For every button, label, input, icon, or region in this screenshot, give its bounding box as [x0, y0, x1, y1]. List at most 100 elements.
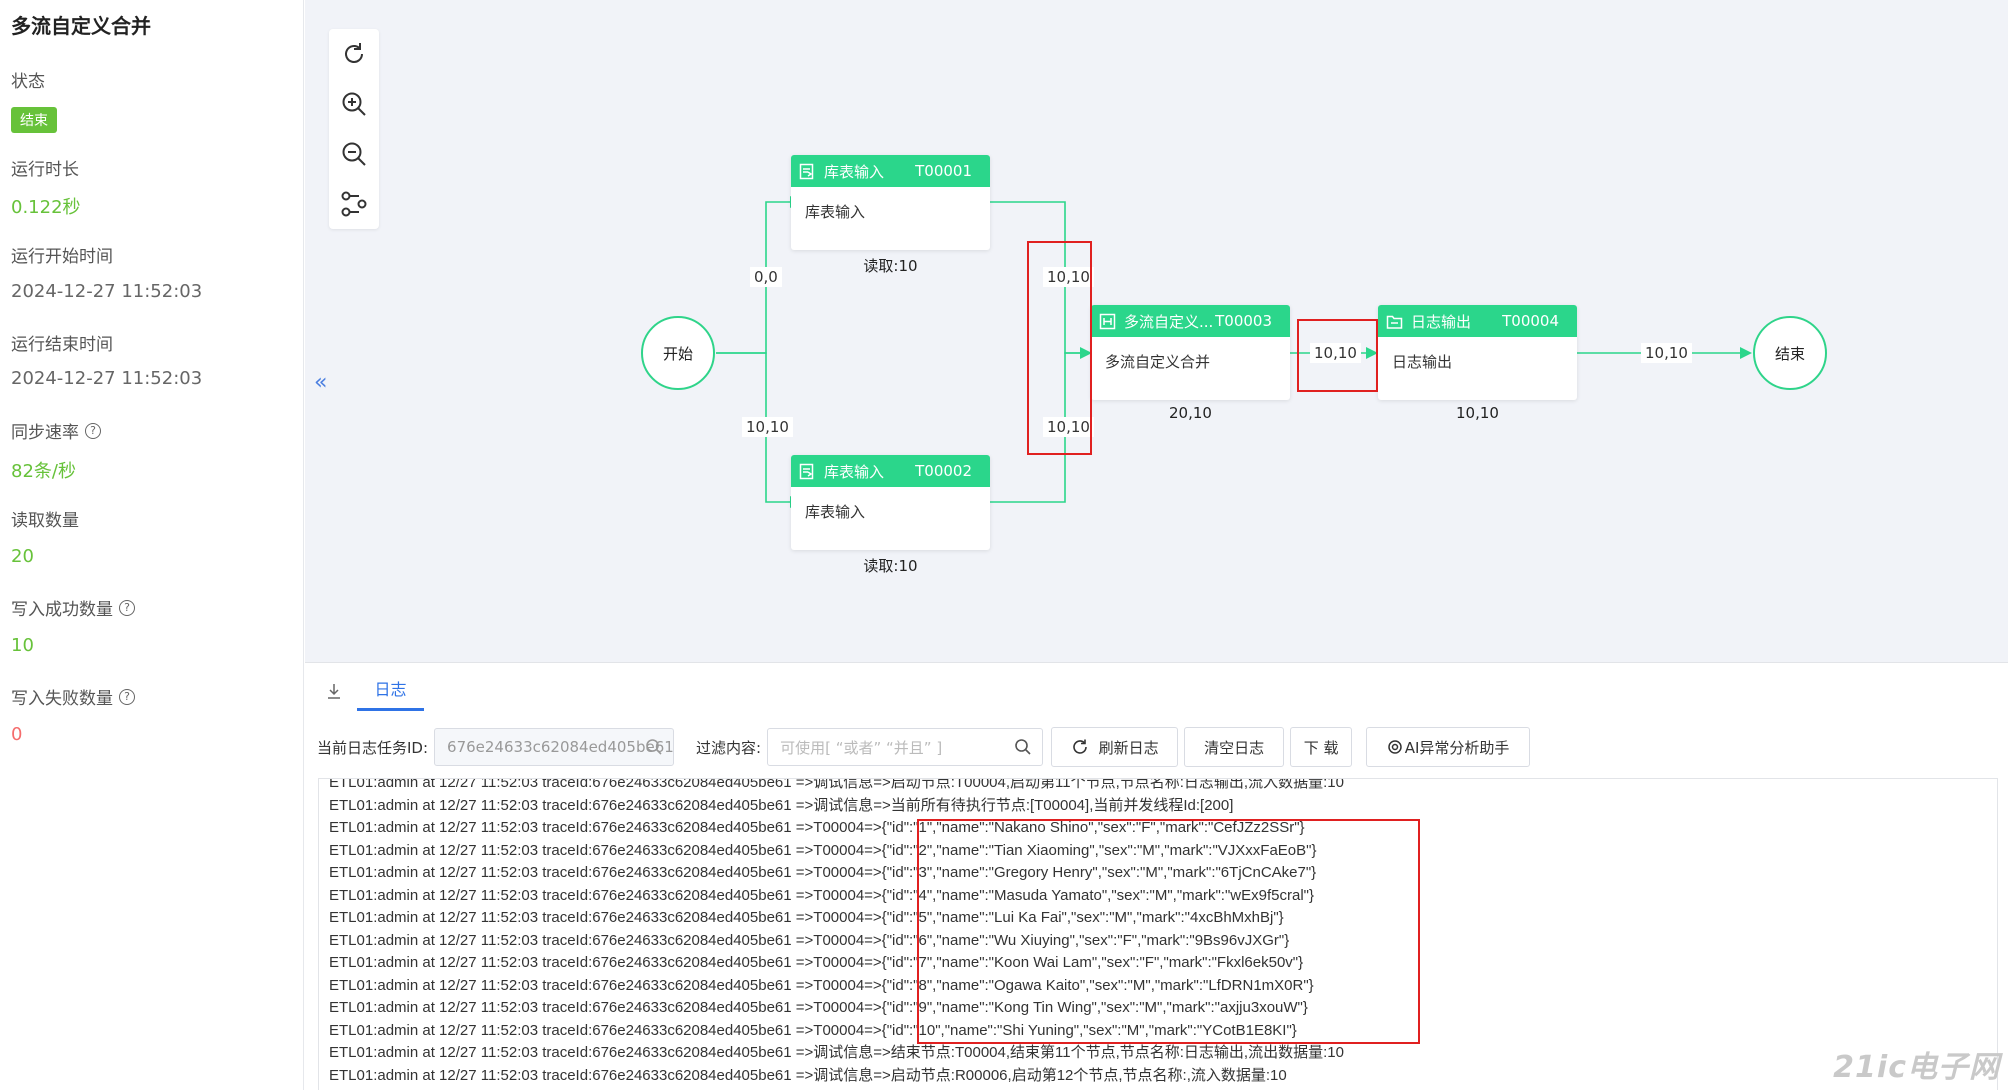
refresh-log-label: 刷新日志: [1098, 738, 1159, 757]
log-tab-bar: 日志: [319, 671, 424, 711]
collapse-panel-button[interactable]: «: [314, 370, 327, 395]
tab-download-icon[interactable]: [319, 683, 349, 711]
sync-rate-label: 同步速率?: [11, 418, 101, 443]
write-success-value: 10: [11, 635, 34, 656]
log-line: ETL01:admin at 12/27 11:52:03 traceId:67…: [329, 931, 1290, 949]
filter-input[interactable]: 可使用[ “或者” “并且” ]: [767, 728, 1044, 766]
edge-label: 0,0: [750, 267, 782, 287]
log-line: ETL01:admin at 12/27 11:52:03 traceId:67…: [329, 886, 1314, 904]
panel-title: 多流自定义合并: [11, 14, 151, 38]
canvas-toolbar: [329, 29, 379, 229]
end-time-label-text: 运行结束时间: [11, 335, 113, 355]
write-fail-value: 0: [11, 724, 23, 745]
start-time-label-text: 运行开始时间: [11, 247, 113, 267]
read-count-label-text: 读取数量: [11, 511, 79, 531]
node-count: 20,10: [1169, 404, 1212, 422]
edge-label: 10,10: [1043, 267, 1094, 287]
flow-layout-icon[interactable]: [339, 189, 369, 219]
node-title: 多流自定义...: [1124, 312, 1214, 331]
ai-assistant-label: AI异常分析助手: [1404, 738, 1510, 757]
node-code: T00002: [915, 462, 972, 480]
node-body: 库表输入: [805, 203, 866, 221]
end-time-label: 运行结束时间: [11, 330, 113, 355]
log-filter-row: 当前日志任务ID: 676e24633c62084ed405be61 过滤内容:…: [317, 727, 1531, 767]
search-icon: [1015, 739, 1031, 755]
write-fail-label-text: 写入失败数量: [11, 689, 113, 709]
edge-label: 10,10: [1043, 417, 1094, 437]
log-line: ETL01:admin at 12/27 11:52:03 traceId:67…: [329, 819, 1305, 836]
task-id-field[interactable]: 676e24633c62084ed405be61: [434, 728, 675, 766]
node-count: 读取:10: [863, 557, 918, 575]
tab-log[interactable]: 日志: [357, 676, 424, 711]
write-success-label-text: 写入成功数量: [11, 600, 113, 620]
log-line: ETL01:admin at 12/27 11:52:03 traceId:67…: [329, 1021, 1297, 1039]
filter-placeholder: 可使用[ “或者” “并且” ]: [780, 738, 943, 757]
table-input-icon: [799, 163, 814, 179]
node-title: 库表输入: [824, 462, 885, 481]
zoom-out-icon[interactable]: [339, 139, 369, 169]
log-line: ETL01:admin at 12/27 11:52:03 traceId:67…: [329, 841, 1317, 859]
zoom-in-icon[interactable]: [339, 89, 369, 119]
read-count-label: 读取数量: [11, 506, 79, 531]
start-node-label: 开始: [662, 344, 693, 363]
merge-icon: [1099, 313, 1116, 329]
node-t00001[interactable]: 库表输入 T00001 库表输入: [791, 155, 990, 250]
node-code: T00003: [1215, 312, 1272, 330]
duration-value: 0.122秒: [11, 197, 81, 218]
log-line: ETL01:admin at 12/27 11:52:03 traceId:67…: [329, 864, 1317, 881]
edge-label: 10,10: [742, 417, 793, 437]
status-label-text: 状态: [11, 72, 45, 92]
read-count-value: 20: [11, 546, 34, 567]
log-line: ETL01:admin at 12/27 11:52:03 traceId:67…: [329, 1066, 1287, 1084]
write-success-label: 写入成功数量?: [11, 595, 135, 620]
node-count: 10,10: [1456, 404, 1499, 422]
node-t00004[interactable]: 日志输出 T00004 日志输出: [1378, 305, 1577, 400]
node-count: 读取:10: [863, 257, 918, 275]
write-fail-label: 写入失败数量?: [11, 684, 135, 709]
node-header: 库表输入 T00002: [791, 455, 990, 487]
node-header: 库表输入 T00001: [791, 155, 990, 187]
node-body: 日志输出: [1392, 353, 1453, 371]
watermark-logo: 21ic电子网: [1833, 1050, 2000, 1085]
ai-assistant-button[interactable]: AI异常分析助手: [1366, 727, 1531, 767]
table-input-icon: [799, 463, 814, 479]
help-icon[interactable]: ?: [119, 688, 135, 705]
log-section: 日志 当前日志任务ID: 676e24633c62084ed405be61 过滤…: [305, 662, 2008, 1090]
refresh-log-button[interactable]: 刷新日志: [1051, 727, 1179, 767]
help-icon[interactable]: ?: [85, 422, 101, 439]
task-id-value: 676e24633c62084ed405be61: [447, 738, 674, 756]
edge-label: 10,10: [1641, 343, 1692, 363]
log-line: ETL01:admin at 12/27 11:52:03 traceId:67…: [329, 954, 1304, 971]
node-code: T00004: [1502, 312, 1559, 330]
log-line: ETL01:admin at 12/27 11:52:03 traceId:67…: [329, 778, 1344, 791]
status-badge: 结束: [11, 107, 57, 133]
end-time-value: 2024-12-27 11:52:03: [11, 368, 203, 389]
node-body: 多流自定义合并: [1105, 353, 1211, 371]
edge-label: 10,10: [1310, 343, 1361, 363]
download-icon: [328, 684, 340, 699]
refresh-icon[interactable]: [339, 39, 369, 69]
sync-rate-value: 82条/秒: [11, 461, 76, 482]
duration-label: 运行时长: [11, 155, 79, 180]
ai-icon: [1388, 740, 1402, 754]
end-node-label: 结束: [1774, 344, 1805, 363]
log-output-icon: [1386, 315, 1403, 329]
task-id-label: 当前日志任务ID:: [317, 738, 429, 757]
node-body: 库表输入: [805, 503, 866, 521]
log-line: ETL01:admin at 12/27 11:52:03 traceId:67…: [329, 796, 1234, 814]
node-t00002[interactable]: 库表输入 T00002 库表输入: [791, 455, 990, 550]
node-code: T00001: [915, 162, 972, 180]
status-label: 状态: [11, 67, 45, 92]
node-t00003[interactable]: 多流自定义... T00003 多流自定义合并: [1091, 305, 1290, 400]
sync-rate-label-text: 同步速率: [11, 423, 79, 443]
download-log-button[interactable]: 下 载: [1290, 727, 1353, 767]
log-line: ETL01:admin at 12/27 11:52:03 traceId:67…: [329, 999, 1308, 1016]
node-title: 日志输出: [1411, 312, 1472, 331]
duration-label-text: 运行时长: [11, 160, 79, 180]
help-icon[interactable]: ?: [119, 599, 135, 616]
end-node[interactable]: 结束: [1753, 316, 1827, 390]
start-node[interactable]: 开始: [641, 316, 715, 390]
clear-log-button[interactable]: 清空日志: [1184, 727, 1285, 767]
log-output[interactable]: ETL01:admin at 12/27 11:52:03 traceId:67…: [318, 778, 1998, 1090]
node-header: 日志输出 T00004: [1378, 305, 1577, 337]
